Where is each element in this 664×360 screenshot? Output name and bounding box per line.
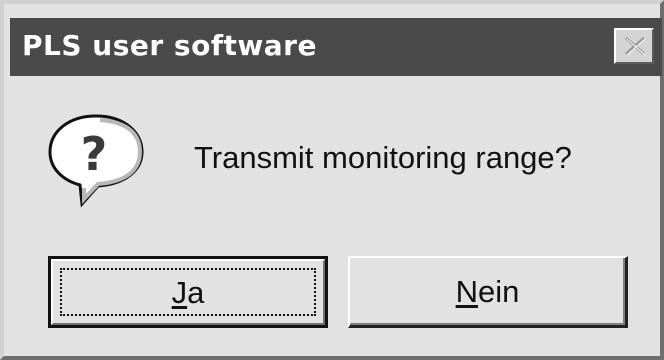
nein-button-label: Nein (350, 272, 625, 312)
ja-label-rest: a (187, 275, 205, 310)
ja-button-label: Ja (51, 273, 325, 313)
nein-mnemonic: N (455, 274, 478, 309)
window-title: PLS user software (22, 29, 317, 62)
nein-button[interactable]: Nein (348, 256, 628, 328)
svg-text:?: ? (81, 127, 108, 181)
message-text: Transmit monitoring range? (194, 140, 572, 175)
title-bar[interactable]: PLS user software (10, 18, 662, 76)
question-icon: ? (48, 114, 144, 208)
message-dialog: PLS user software ? Transmit monitoring … (0, 0, 664, 360)
ja-mnemonic: J (171, 275, 188, 310)
close-icon (625, 36, 646, 56)
ja-button[interactable]: Ja (48, 256, 328, 328)
nein-label-rest: ein (478, 274, 520, 309)
close-button[interactable] (614, 28, 654, 64)
